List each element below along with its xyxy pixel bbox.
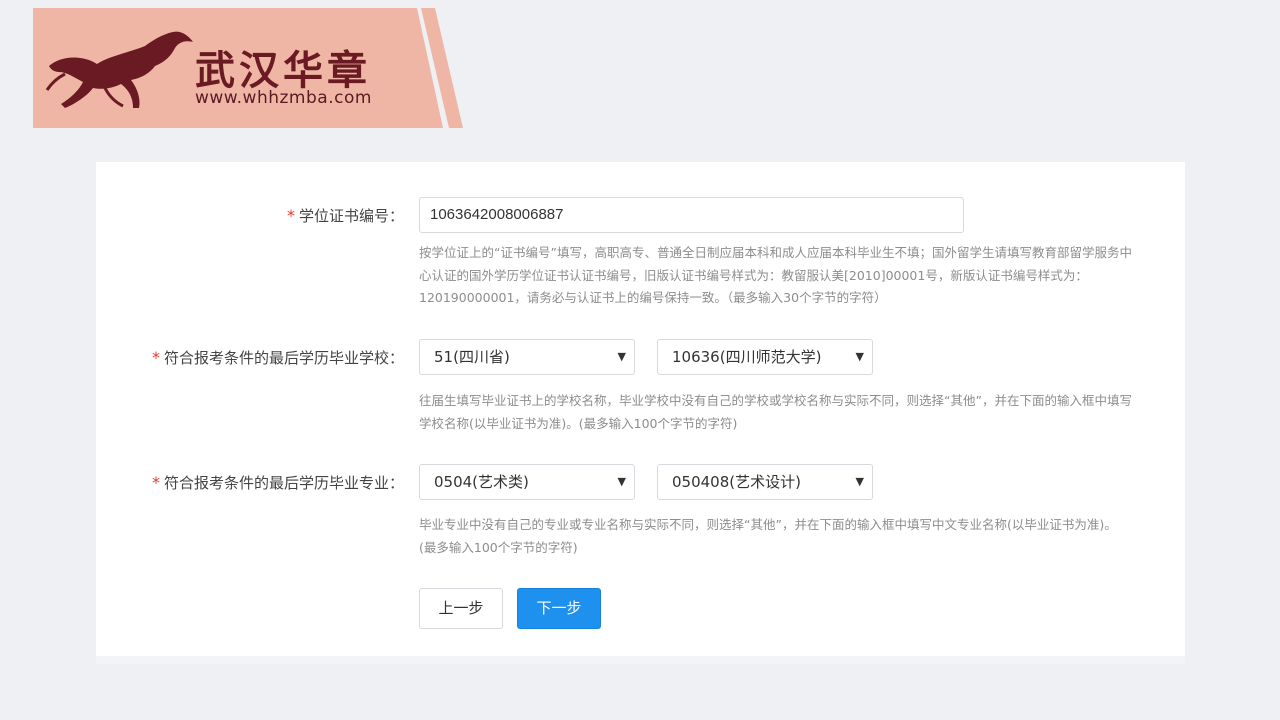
- school-help: 往届生填写毕业证书上的学校名称，毕业学校中没有自己的学校或学校名称与实际不同，则…: [419, 393, 1132, 431]
- major-category-select-value: 0504(艺术类): [434, 473, 529, 491]
- school-select-value: 10636(四川师范大学): [672, 348, 822, 366]
- major-category-select[interactable]: 0504(艺术类) ▼: [419, 464, 635, 500]
- panel-footer-strip: [96, 656, 1185, 664]
- triangle-down-icon: ▼: [855, 350, 864, 363]
- triangle-down-icon: ▼: [855, 475, 864, 488]
- major-select[interactable]: 050408(艺术设计) ▼: [657, 464, 873, 500]
- degree-cert-help: 按学位证上的“证书编号”填写，高职高专、普通全日制应届本科和成人应届本科毕业生不…: [419, 245, 1132, 305]
- province-select[interactable]: 51(四川省) ▼: [419, 339, 635, 375]
- major-select-value: 050408(艺术设计): [672, 473, 801, 491]
- degree-cert-input[interactable]: 1063642008006887: [419, 197, 964, 233]
- degree-cert-label: * 学位证书编号：: [286, 206, 404, 225]
- school-label: * 符合报考条件的最后学历毕业学校：: [151, 348, 404, 367]
- major-help: 毕业专业中没有自己的专业或专业名称与实际不同，则选择“其他”，并在下面的输入框中…: [419, 517, 1117, 555]
- school-select[interactable]: 10636(四川师范大学) ▼: [657, 339, 873, 375]
- next-step-button[interactable]: 下一步: [517, 588, 601, 629]
- triangle-down-icon: ▼: [617, 475, 626, 488]
- province-select-value: 51(四川省): [434, 348, 510, 366]
- required-mark: *: [151, 348, 160, 367]
- brand-banner: 武汉华章 www.whhzmba.com: [33, 8, 463, 128]
- required-mark: *: [286, 206, 295, 225]
- horse-icon: [45, 31, 193, 108]
- prev-step-button[interactable]: 上一步: [419, 588, 503, 629]
- brand-url: www.whhzmba.com: [195, 88, 372, 108]
- triangle-down-icon: ▼: [617, 350, 626, 363]
- major-label: * 符合报考条件的最后学历毕业专业：: [151, 473, 404, 492]
- required-mark: *: [151, 473, 160, 492]
